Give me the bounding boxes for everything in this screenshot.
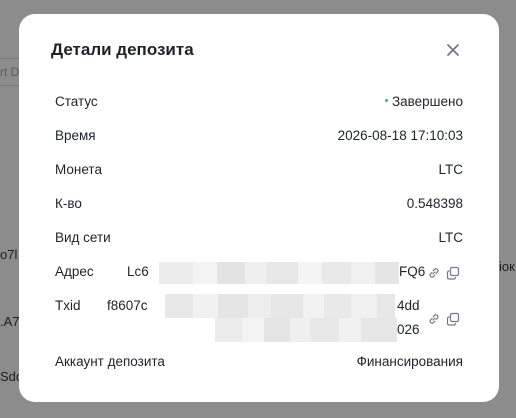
network-row: Вид сети LTC [55, 228, 463, 250]
txid-redacted-line2 [215, 318, 397, 342]
status-dot-icon [384, 98, 388, 102]
amount-row: К-во 0.548398 [55, 194, 463, 216]
address-label: Адрес [55, 264, 94, 279]
txid-value-end-line2: 026 [397, 322, 420, 337]
address-row: Адрес Lc6 FQ6 [55, 262, 463, 286]
close-icon[interactable] [443, 40, 463, 60]
txid-value-end-line1: 4dd [397, 298, 420, 313]
background-row-fragment: .A7 [0, 314, 20, 329]
deposit-details-modal: Детали депозита Статус Завершено Время 2… [19, 14, 499, 402]
account-value: Финансирования [356, 354, 463, 369]
account-row: Аккаунт депозита Финансирования [55, 352, 463, 374]
status-label: Статус [55, 94, 98, 109]
network-value: LTC [438, 230, 463, 245]
modal-title: Детали депозита [51, 40, 194, 59]
txid-label: Txid [55, 298, 81, 313]
address-value-end: FQ6 [399, 264, 426, 279]
background-search-placeholder: rt D [0, 65, 20, 79]
amount-label: К-во [55, 196, 82, 211]
link-icon[interactable] [427, 266, 441, 280]
background-row-fragment: o7l [0, 247, 18, 262]
txid-row: Txid f8607c 4dd 026 [55, 294, 463, 344]
network-label: Вид сети [55, 230, 111, 245]
copy-icon[interactable] [446, 312, 460, 326]
txid-value-start: f8607c [107, 298, 148, 313]
coin-row: Монета LTC [55, 160, 463, 182]
amount-value: 0.548398 [406, 196, 463, 211]
copy-icon[interactable] [446, 266, 460, 280]
time-label: Время [55, 128, 96, 143]
txid-redacted-line1 [165, 294, 395, 318]
background-right-fragment: ioк [499, 259, 515, 274]
status-value: Завершено [391, 94, 463, 109]
time-value: 2026-08-18 17:10:03 [337, 128, 463, 143]
time-row: Время 2026-08-18 17:10:03 [55, 126, 463, 148]
address-redacted [159, 262, 399, 284]
coin-label: Монета [55, 162, 102, 177]
status-value-wrapper: Завершено [384, 94, 463, 109]
coin-value: LTC [438, 162, 463, 177]
account-label: Аккаунт депозита [55, 354, 165, 369]
status-row: Статус Завершено [55, 92, 463, 114]
address-value-start: Lc6 [127, 264, 149, 279]
link-icon[interactable] [427, 312, 441, 326]
